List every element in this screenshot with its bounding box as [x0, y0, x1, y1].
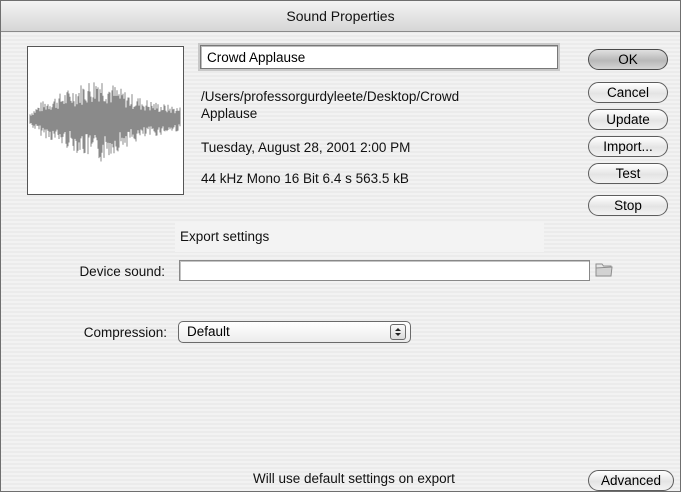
sound-path-line-2: Applause	[201, 106, 258, 121]
stop-button[interactable]: Stop	[588, 195, 668, 216]
compression-label: Compression:	[83, 325, 167, 340]
compression-selected-value: Default	[187, 324, 230, 339]
sound-format: 44 kHz Mono 16 Bit 6.4 s 563.5 kB	[201, 171, 409, 186]
sound-path-line-1: /Users/professorgurdyleete/Desktop/Crowd	[201, 89, 460, 104]
sound-date: Tuesday, August 28, 2001 2:00 PM	[201, 140, 411, 155]
waveform-graphic	[29, 82, 181, 162]
sound-properties-dialog: Sound Properties /Users/professorgurdyle…	[0, 0, 681, 492]
folder-icon[interactable]	[594, 260, 614, 278]
cancel-button[interactable]: Cancel	[588, 82, 668, 103]
window-title: Sound Properties	[1, 1, 680, 32]
import-button[interactable]: Import...	[588, 136, 668, 157]
waveform-preview	[27, 46, 184, 195]
device-sound-input[interactable]	[179, 260, 590, 281]
export-note: Will use default settings on export	[253, 471, 455, 486]
compression-select[interactable]: Default	[178, 321, 411, 343]
device-sound-label: Device sound:	[79, 264, 165, 279]
sound-name-input[interactable]	[200, 45, 558, 69]
up-down-arrows-icon	[390, 324, 406, 340]
test-button[interactable]: Test	[588, 163, 668, 184]
advanced-button[interactable]: Advanced	[588, 470, 674, 491]
ok-button[interactable]: OK	[588, 49, 668, 70]
export-settings-header: Export settings	[175, 222, 544, 252]
update-button[interactable]: Update	[588, 109, 668, 130]
